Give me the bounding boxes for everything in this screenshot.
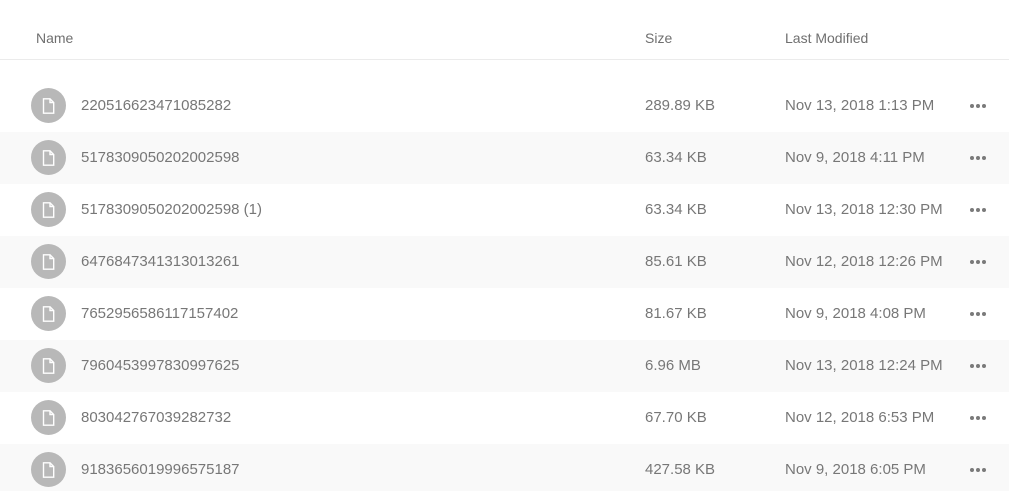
more-options-icon — [976, 260, 980, 264]
file-name[interactable]: 9183656019996575187 — [81, 461, 240, 478]
more-options-icon — [982, 364, 986, 368]
file-row[interactable]: 7960453997830997625 6.96 MB Nov 13, 2018… — [0, 340, 1009, 392]
more-options-button[interactable] — [964, 252, 992, 272]
more-options-button[interactable] — [964, 200, 992, 220]
more-options-icon — [982, 208, 986, 212]
file-last-modified: Nov 9, 2018 4:08 PM — [785, 305, 926, 322]
file-size: 63.34 KB — [645, 201, 707, 218]
file-last-modified: Nov 9, 2018 4:11 PM — [785, 149, 925, 166]
file-row[interactable]: 803042767039282732 67.70 KB Nov 12, 2018… — [0, 392, 1009, 444]
file-size: 63.34 KB — [645, 149, 707, 166]
column-header-size[interactable]: Size — [645, 30, 672, 46]
more-options-icon — [976, 364, 980, 368]
file-size: 67.70 KB — [645, 409, 707, 426]
file-size: 427.58 KB — [645, 461, 716, 478]
file-icon — [31, 296, 66, 331]
file-icon — [31, 400, 66, 435]
more-options-button[interactable] — [964, 356, 992, 376]
file-last-modified: Nov 13, 2018 12:24 PM — [785, 357, 943, 374]
file-row[interactable]: 9183656019996575187 427.58 KB Nov 9, 201… — [0, 444, 1009, 491]
file-size: 6.96 MB — [645, 357, 701, 374]
more-options-button[interactable] — [964, 148, 992, 168]
more-options-icon — [976, 416, 980, 420]
file-row[interactable]: 6476847341313013261 85.61 KB Nov 12, 201… — [0, 236, 1009, 288]
more-options-icon — [982, 260, 986, 264]
more-options-icon — [970, 312, 974, 316]
column-header-last-modified[interactable]: Last Modified — [785, 30, 868, 46]
file-last-modified: Nov 9, 2018 6:05 PM — [785, 461, 926, 478]
file-row[interactable]: 220516623471085282 289.89 KB Nov 13, 201… — [0, 80, 1009, 132]
file-size: 81.67 KB — [645, 305, 707, 322]
more-options-button[interactable] — [964, 304, 992, 324]
more-options-icon — [976, 468, 980, 472]
file-name[interactable]: 220516623471085282 — [81, 97, 231, 114]
file-browser: Name Size Last Modified 2205166234710852… — [0, 0, 1009, 491]
file-last-modified: Nov 13, 2018 12:30 PM — [785, 201, 943, 218]
file-last-modified: Nov 12, 2018 6:53 PM — [785, 409, 935, 426]
more-options-icon — [976, 104, 980, 108]
more-options-icon — [982, 416, 986, 420]
file-list: 220516623471085282 289.89 KB Nov 13, 201… — [0, 80, 1009, 491]
table-header: Name Size Last Modified — [0, 0, 1009, 60]
file-name[interactable]: 5178309050202002598 — [81, 149, 240, 166]
more-options-icon — [976, 208, 980, 212]
more-options-icon — [970, 104, 974, 108]
file-icon — [31, 140, 66, 175]
more-options-icon — [970, 364, 974, 368]
file-row[interactable]: 5178309050202002598 (1) 63.34 KB Nov 13,… — [0, 184, 1009, 236]
more-options-button[interactable] — [964, 96, 992, 116]
more-options-icon — [970, 208, 974, 212]
file-size: 289.89 KB — [645, 97, 716, 114]
file-size: 85.61 KB — [645, 253, 707, 270]
file-name[interactable]: 7652956586117157402 — [81, 305, 238, 322]
file-name[interactable]: 5178309050202002598 (1) — [81, 201, 262, 218]
file-row[interactable]: 5178309050202002598 63.34 KB Nov 9, 2018… — [0, 132, 1009, 184]
file-icon — [31, 192, 66, 227]
more-options-button[interactable] — [964, 460, 992, 480]
file-icon — [31, 452, 66, 487]
column-header-name[interactable]: Name — [36, 30, 73, 46]
file-name[interactable]: 6476847341313013261 — [81, 253, 240, 270]
file-icon — [31, 348, 66, 383]
file-icon — [31, 88, 66, 123]
file-icon — [31, 244, 66, 279]
more-options-icon — [970, 468, 974, 472]
more-options-icon — [970, 156, 974, 160]
file-name[interactable]: 803042767039282732 — [81, 409, 231, 426]
more-options-icon — [970, 416, 974, 420]
more-options-icon — [976, 156, 980, 160]
file-row[interactable]: 7652956586117157402 81.67 KB Nov 9, 2018… — [0, 288, 1009, 340]
more-options-button[interactable] — [964, 408, 992, 428]
more-options-icon — [976, 312, 980, 316]
more-options-icon — [982, 312, 986, 316]
file-last-modified: Nov 13, 2018 1:13 PM — [785, 97, 935, 114]
more-options-icon — [982, 468, 986, 472]
more-options-icon — [982, 104, 986, 108]
more-options-icon — [970, 260, 974, 264]
more-options-icon — [982, 156, 986, 160]
file-name[interactable]: 7960453997830997625 — [81, 357, 240, 374]
file-last-modified: Nov 12, 2018 12:26 PM — [785, 253, 943, 270]
